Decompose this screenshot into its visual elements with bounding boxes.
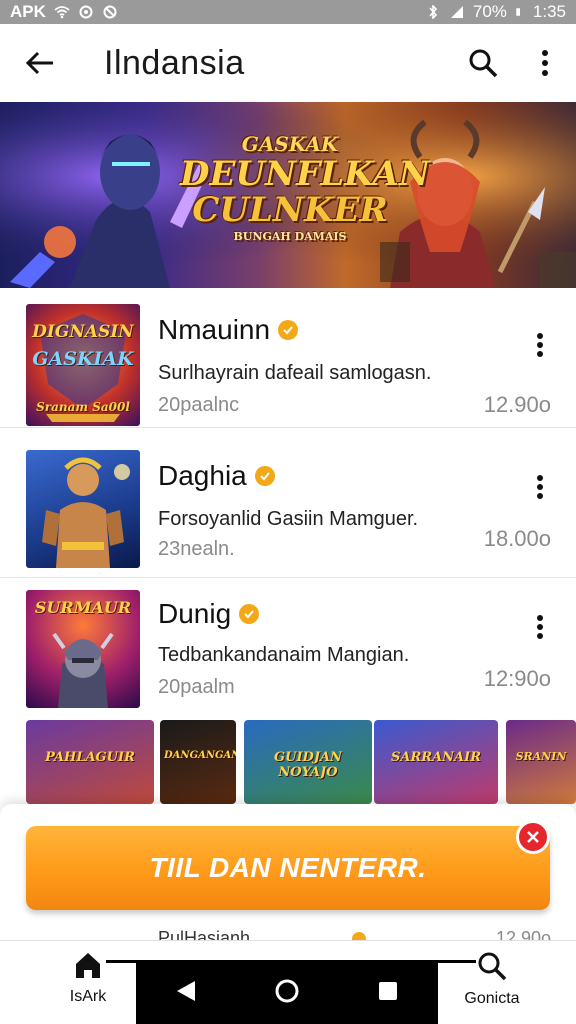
- item-title-text: Nmauinn: [158, 314, 271, 345]
- banner-line-3: CULNKER: [192, 190, 388, 230]
- item-time: 12.90o: [483, 392, 551, 417]
- banner-logo-text: GASKAK DEUNFLKAN CULNKER BUNGAH DAMAIS: [180, 132, 430, 243]
- close-icon: [527, 831, 539, 843]
- verified-badge-icon: [239, 604, 260, 624]
- bluetooth-icon: [429, 5, 437, 19]
- verified-badge-icon: [254, 466, 275, 486]
- list-item[interactable]: Daghia Forsoyanlid Gasiin Mamguer. 23nea…: [0, 438, 576, 578]
- more-vert-icon: [537, 615, 543, 639]
- item-time: 12:90o: [483, 666, 551, 691]
- home-icon: [76, 953, 100, 978]
- system-recents-button[interactable]: [377, 980, 399, 1007]
- signal-icon: [450, 6, 463, 18]
- item-meta: 20paalnc: [158, 394, 240, 416]
- more-vert-icon: [537, 333, 543, 357]
- download-cta-button[interactable]: TIIL DAN NENTERR.: [26, 826, 550, 910]
- item-title-text: Daghia: [158, 460, 247, 491]
- strip-tile-label: DANGANGAN: [164, 750, 236, 761]
- strip-tile-label: SARRANAIR: [390, 750, 482, 765]
- strip-tile-label: GUIDJAN NOYAJO: [274, 750, 342, 780]
- status-apk-label: APK: [10, 2, 46, 21]
- system-back-button[interactable]: [175, 979, 197, 1008]
- battery-percent: 70%: [472, 2, 507, 21]
- app-screen: APK 70% 1:35 Ilndansia GASKAK DEUNFLKAN …: [0, 0, 576, 1024]
- item-title-text: Dunig: [158, 598, 232, 629]
- strip-tile[interactable]: SRANIN: [506, 720, 576, 804]
- back-triangle-icon: [176, 980, 195, 1001]
- banner-line-2: DEUNFLKAN: [180, 154, 430, 194]
- featured-strip: PAHLAGUIR DANGANGAN GUIDJAN NOYAJO SARRA…: [0, 720, 576, 806]
- system-navigation-bar: [136, 962, 438, 1024]
- app-thumbnail: [26, 450, 140, 568]
- item-overflow-button[interactable]: [530, 328, 550, 362]
- battery-icon: [516, 8, 520, 16]
- strip-tile[interactable]: GUIDJAN NOYAJO: [244, 720, 372, 804]
- item-meta: 20paalm: [158, 676, 235, 698]
- item-title: Dunig: [158, 598, 260, 630]
- list-item[interactable]: DIGNASIN GASKIAK Sranam Sa00l Nmauinn Su…: [0, 288, 576, 428]
- wifi-icon: [54, 6, 70, 19]
- item-overflow-button[interactable]: [530, 470, 550, 504]
- item-meta: 23nealn.: [158, 538, 235, 560]
- page-title: Ilndansia: [104, 43, 245, 82]
- strip-tile-label: SRANIN: [515, 750, 567, 763]
- strip-tile[interactable]: PAHLAGUIR: [26, 720, 154, 804]
- status-left: APK: [10, 2, 118, 22]
- app-thumbnail: SURMAUR: [26, 590, 140, 708]
- close-button[interactable]: [516, 820, 550, 854]
- overflow-menu-button[interactable]: [514, 32, 576, 94]
- item-time: 18.00o: [483, 526, 551, 551]
- more-vert-icon: [542, 50, 548, 76]
- item-description: Surlhayrain dafeail samlogasn.: [158, 362, 432, 384]
- home-circle-icon: [275, 979, 299, 1002]
- recents-square-icon: [379, 981, 398, 1000]
- banner-line-4: BUNGAH DAMAIS: [233, 230, 347, 243]
- verified-badge-icon: [278, 320, 299, 340]
- item-overflow-button[interactable]: [530, 610, 550, 644]
- app-thumbnail: DIGNASIN GASKIAK Sranam Sa00l: [26, 304, 140, 426]
- thumbnail-title-top: SURMAUR: [34, 598, 132, 617]
- item-description: Forsoyanlid Gasiin Mamguer.: [158, 508, 419, 530]
- list-item[interactable]: SURMAUR Dunig Tedbankandanaim Mangian. 2…: [0, 578, 576, 720]
- item-title: Daghia: [158, 460, 275, 492]
- item-description: Tedbankandanaim Mangian.: [158, 644, 410, 666]
- back-button[interactable]: [0, 24, 80, 102]
- warrior-artwork-icon: [42, 457, 130, 568]
- app-bar-actions: [452, 32, 576, 94]
- hero-banner[interactable]: GASKAK DEUNFLKAN CULNKER BUNGAH DAMAIS: [0, 102, 576, 288]
- blocked-icon: [103, 5, 117, 19]
- search-icon: [469, 49, 498, 78]
- strip-tile-label: PAHLAGUIR: [45, 750, 135, 765]
- status-bar: APK 70% 1:35: [0, 0, 576, 24]
- banner-line-1: GASKAK: [241, 132, 339, 156]
- app-bar: Ilndansia: [0, 24, 576, 102]
- status-right: 70% 1:35: [425, 2, 566, 22]
- strip-tile[interactable]: DANGANGAN: [160, 720, 236, 804]
- search-icon: [478, 952, 507, 981]
- strip-tile[interactable]: SARRANAIR: [374, 720, 498, 804]
- sync-icon: [79, 5, 93, 19]
- status-time: 1:35: [532, 2, 566, 21]
- thumbnail-title-mid: GASKIAK: [32, 348, 134, 370]
- thumbnail-title-top: DIGNASIN: [32, 322, 134, 342]
- arrow-back-icon: [25, 51, 53, 75]
- more-vert-icon: [537, 475, 543, 499]
- item-title: Nmauinn: [158, 314, 299, 346]
- system-home-button[interactable]: [274, 978, 300, 1009]
- nav-home-label: IsArk: [69, 988, 107, 1005]
- nav-search-label: Gonicta: [464, 990, 520, 1007]
- search-button[interactable]: [452, 32, 514, 94]
- thumbnail-title-bottom: Sranam Sa00l: [36, 400, 130, 414]
